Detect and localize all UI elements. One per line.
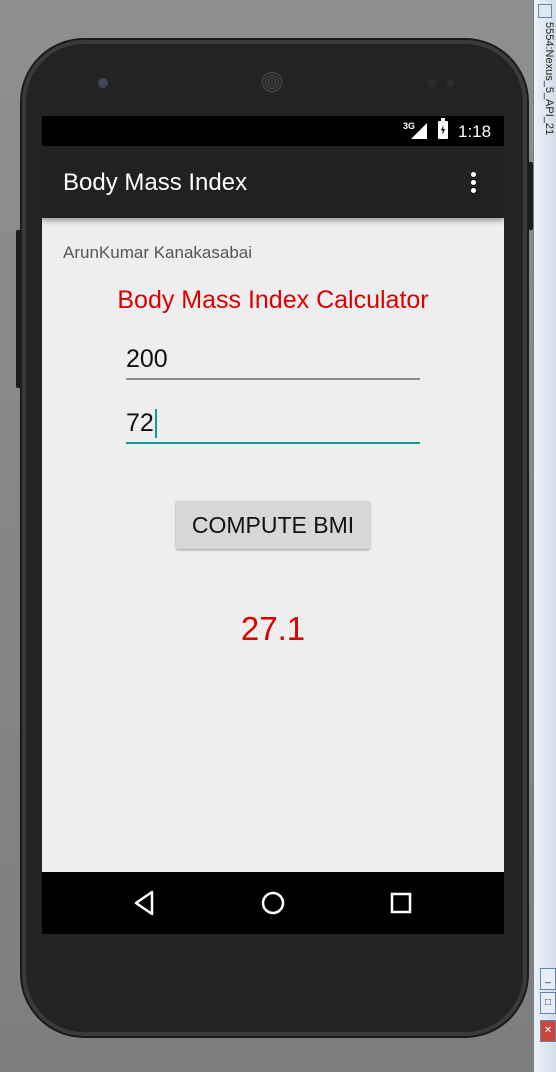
signal-icon <box>411 123 427 139</box>
window-app-icon <box>538 4 552 18</box>
front-camera <box>98 78 108 88</box>
calculator-heading: Body Mass Index Calculator <box>117 286 429 314</box>
height-input[interactable] <box>126 404 420 442</box>
bmi-result: 27.1 <box>240 610 306 647</box>
volume-button[interactable] <box>16 230 22 388</box>
weight-field[interactable] <box>126 340 420 380</box>
overflow-menu-icon[interactable] <box>466 170 480 196</box>
status-time: 1:18 <box>458 122 492 141</box>
navigation-bar <box>42 872 504 934</box>
window-title: 5554:Nexus_5_API_21 <box>543 22 555 136</box>
compute-bmi-button[interactable]: COMPUTE BMI <box>176 501 370 549</box>
main-content: ArunKumar Kanakasabai Body Mass Index Ca… <box>42 218 504 872</box>
proximity-sensor <box>428 79 436 87</box>
light-sensor <box>446 79 454 87</box>
window-minimize-button[interactable]: _ <box>540 968 556 990</box>
app-title: Body Mass Index <box>63 169 248 196</box>
home-icon[interactable] <box>258 888 288 918</box>
text-cursor <box>155 409 157 438</box>
power-button[interactable] <box>527 162 533 230</box>
height-underline <box>126 442 420 444</box>
window-close-button[interactable]: ✕ <box>540 1020 556 1042</box>
back-icon[interactable] <box>130 888 160 918</box>
battery-charging-icon <box>438 118 448 139</box>
height-field[interactable] <box>126 404 420 444</box>
weight-underline <box>126 378 420 380</box>
weight-input[interactable] <box>126 340 420 378</box>
window-maximize-button[interactable]: □ <box>540 992 556 1014</box>
device-screen: 3G 1:18 Body Mass Index ArunKumar Kanaka… <box>42 116 504 934</box>
action-bar: Body Mass Index <box>42 146 504 218</box>
recents-icon[interactable] <box>386 888 416 918</box>
author-label: ArunKumar Kanakasabai <box>63 243 253 262</box>
status-bar: 3G 1:18 <box>42 116 504 146</box>
earpiece-speaker <box>261 71 283 93</box>
